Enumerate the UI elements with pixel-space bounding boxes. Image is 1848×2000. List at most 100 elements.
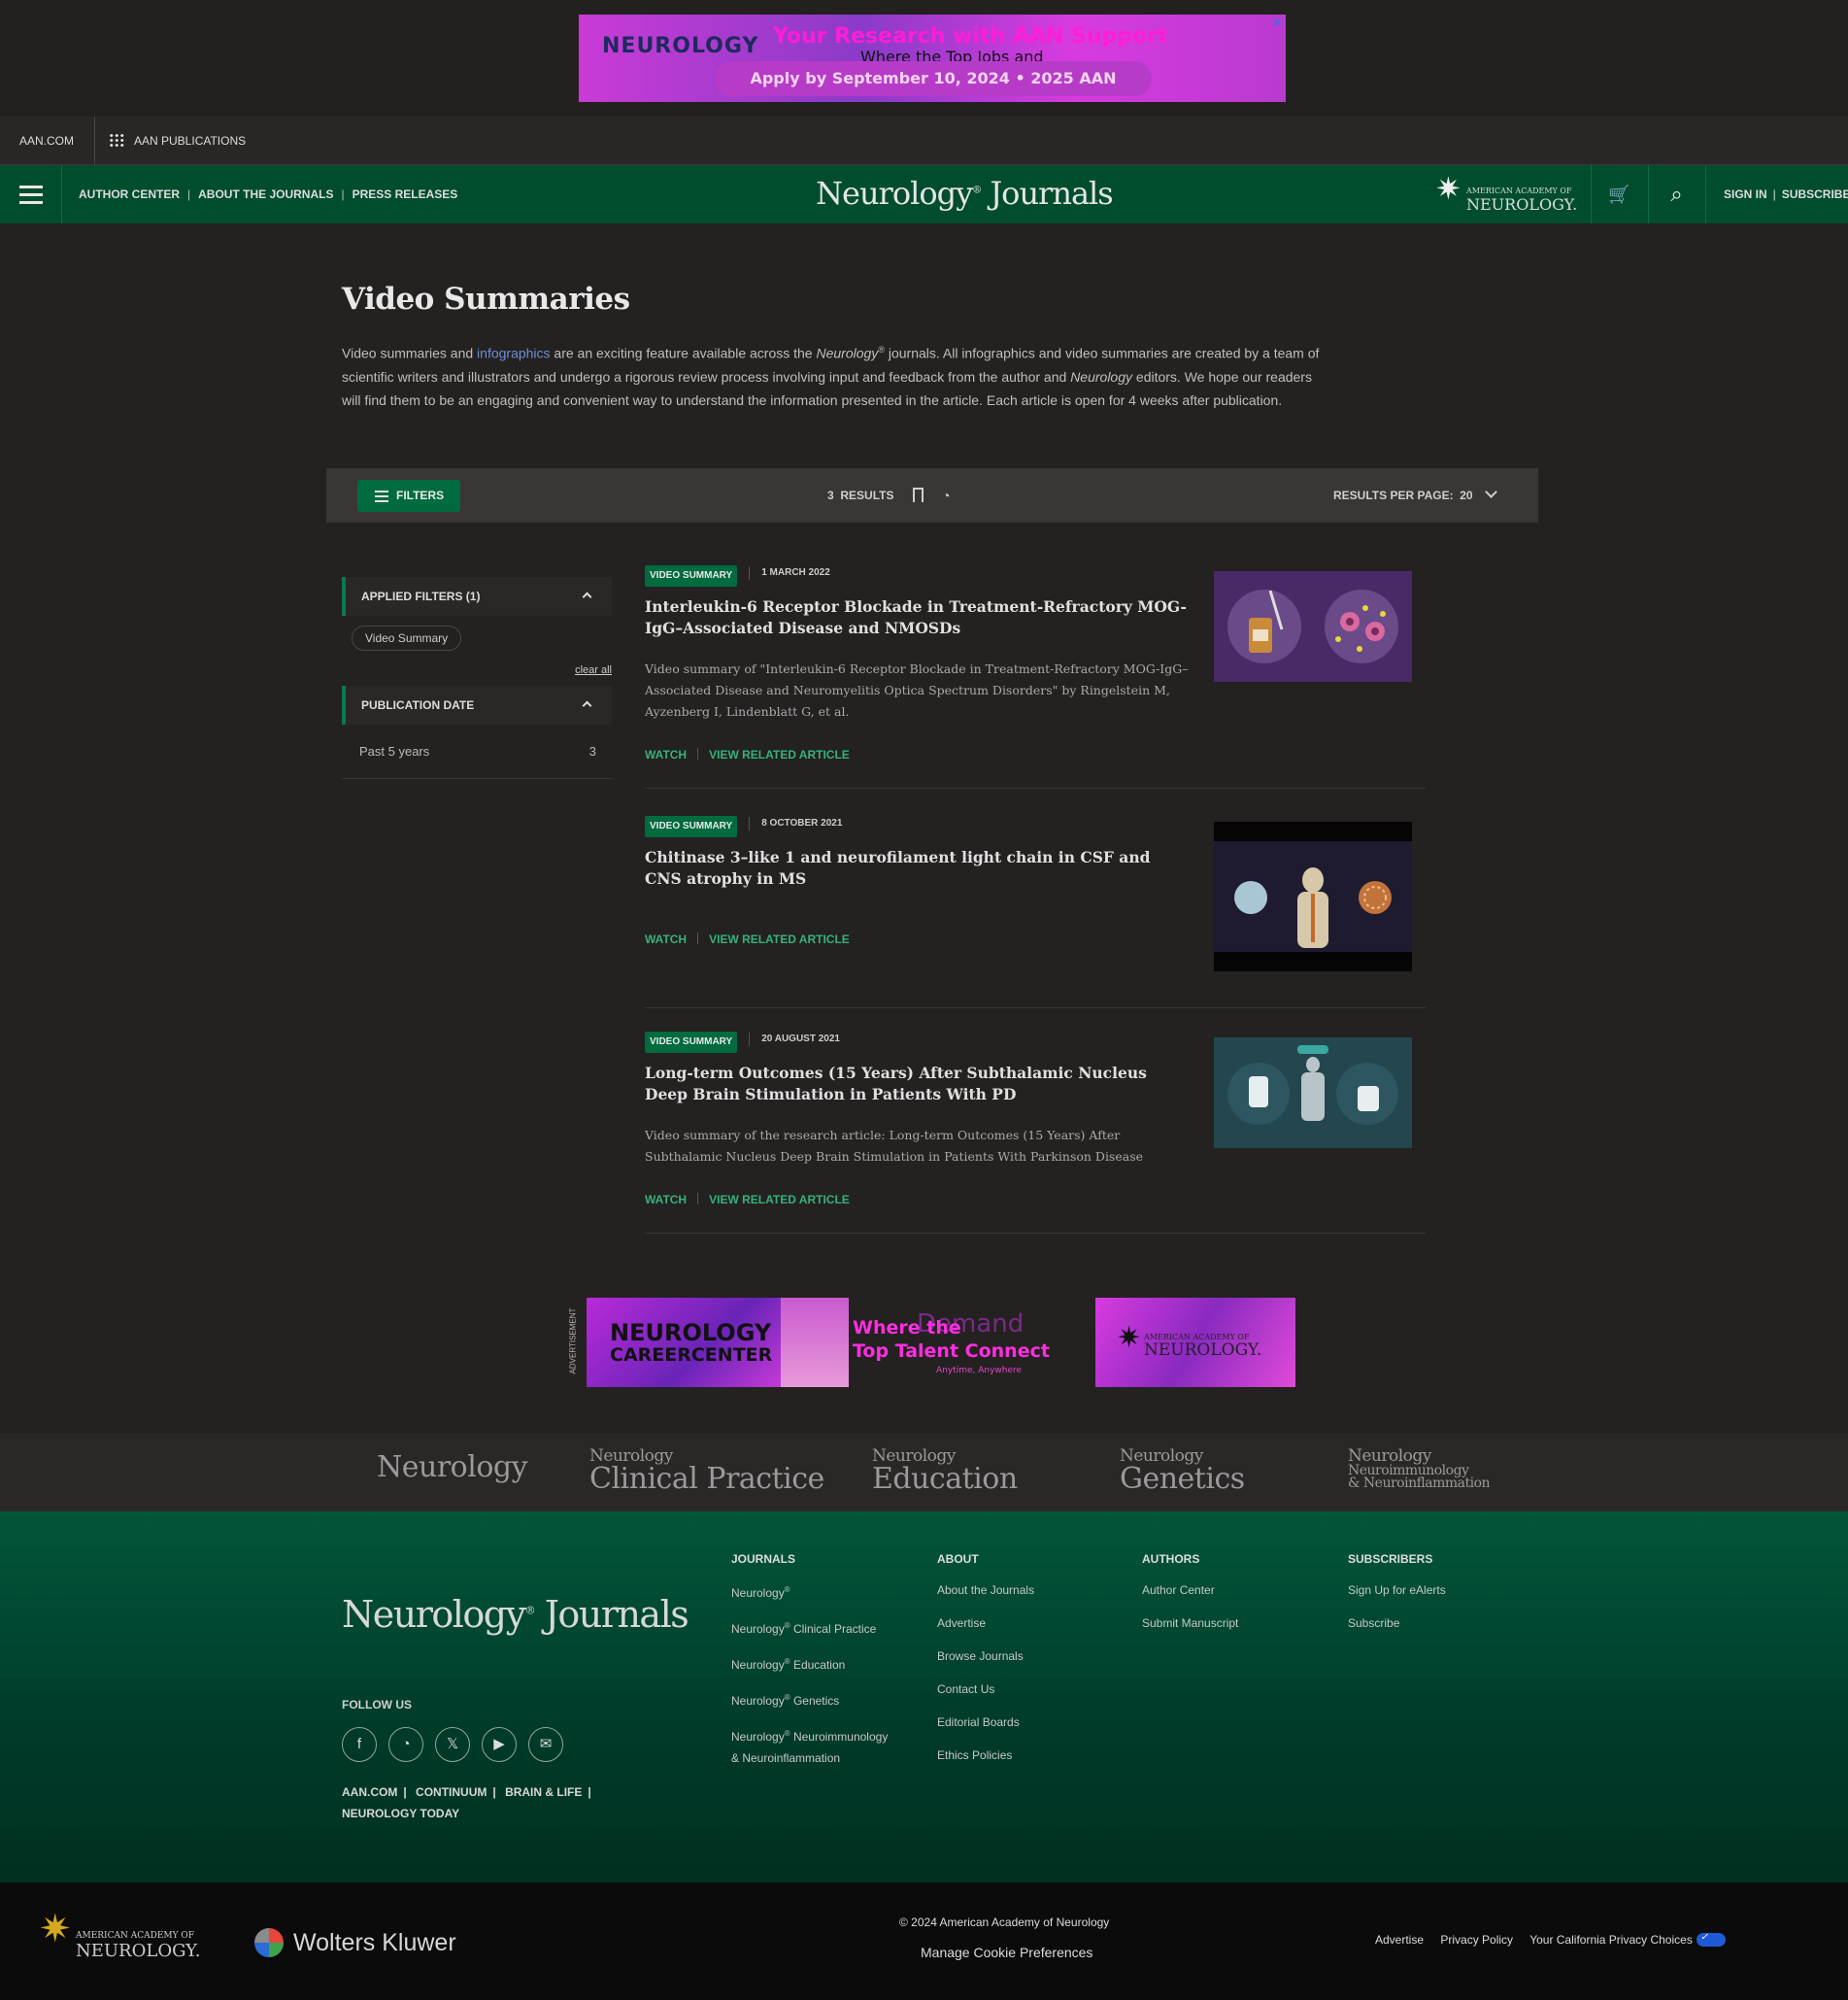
nav-press-releases[interactable]: PRESS RELEASES: [353, 187, 458, 201]
footer-link[interactable]: Submit Manuscript: [1142, 1612, 1238, 1634]
related-article-link[interactable]: VIEW RELATED ARTICLE: [709, 1193, 850, 1206]
advertise-link[interactable]: Advertise: [1375, 1933, 1424, 1947]
chevron-up-icon: [582, 700, 592, 711]
aan-com-link[interactable]: AAN.COM: [0, 117, 95, 165]
result-title[interactable]: Interleukin-6 Receptor Blockade in Treat…: [645, 596, 1189, 639]
subscribe-link[interactable]: SUBSCRIBE: [1782, 187, 1848, 201]
footer-link[interactable]: Contact Us: [937, 1678, 1034, 1700]
wolters-kluwer-logo[interactable]: Wolters Kluwer: [293, 1929, 456, 1957]
top-advertisement[interactable]: NEUROLOGY Your Research with AAN Support…: [579, 15, 1286, 102]
ad-aan-panel: ✷ AMERICAN ACADEMY OF NEUROLOGY.: [1095, 1298, 1295, 1387]
california-privacy-link[interactable]: Your California Privacy Choices: [1529, 1933, 1693, 1947]
aan-logo[interactable]: ✷ AMERICAN ACADEMY OF NEUROLOGY.: [1435, 173, 1591, 216]
site-link-continuum[interactable]: CONTINUUM: [416, 1785, 487, 1799]
footer-link[interactable]: Author Center: [1142, 1579, 1238, 1601]
site-footer: Neurology® Journals FOLLOW US f ◔ 𝕏 ▶ ✉ AAN.…: [0, 1511, 1848, 1882]
footer-link-clinical-practice[interactable]: Neurology® Clinical Practice: [731, 1615, 888, 1640]
aan-star-icon: ✷: [1435, 171, 1462, 206]
journal-logo-education[interactable]: Neurology Education: [872, 1447, 1018, 1494]
aan-footer-logo[interactable]: ✷ AMERICAN ACADEMY OF NEUROLOGY.: [39, 1910, 214, 1968]
publication-date-header[interactable]: PUBLICATION DATE: [342, 686, 612, 725]
bookmark-icon[interactable]: [913, 488, 924, 502]
filter-chip-video-summary[interactable]: Video Summary: [352, 626, 462, 651]
site-link-neurology-today[interactable]: NEUROLOGY TODAY: [342, 1807, 459, 1820]
results-count: 3 RESULTS: [827, 489, 894, 502]
result-actions: WATCH VIEW RELATED ARTICLE: [645, 1193, 1426, 1206]
infographics-link[interactable]: infographics: [477, 346, 551, 361]
result-description: Video summary of the research article: L…: [645, 1128, 1144, 1164]
video-thumbnail[interactable]: [1214, 822, 1412, 971]
aan-star-icon: ✷: [1117, 1322, 1142, 1354]
facet-past-5-years[interactable]: Past 5 years 3: [342, 725, 612, 779]
footer-link[interactable]: Editorial Boards: [937, 1712, 1034, 1733]
bottom-advertisement[interactable]: ADVERTISEMENT NEUROLOGY CAREERCENTER Dem…: [568, 1298, 1295, 1387]
applied-filters-header[interactable]: APPLIED FILTERS (1): [342, 577, 612, 616]
privacy-policy-link[interactable]: Privacy Policy: [1440, 1933, 1513, 1947]
journal-logo-genetics[interactable]: Neurology Genetics: [1120, 1447, 1245, 1494]
ad-tagline-panel: Demand Where the Top Talent Connect Anyt…: [849, 1298, 1092, 1387]
video-thumbnail[interactable]: [1214, 571, 1412, 682]
aan-logo-line2: NEUROLOGY.: [1466, 195, 1578, 214]
rss-icon[interactable]: ◔: [388, 1727, 423, 1762]
footer-link[interactable]: Browse Journals: [937, 1645, 1034, 1667]
footer-logo[interactable]: Neurology® Journals: [342, 1593, 689, 1636]
footer-link-neurology[interactable]: Neurology®: [731, 1579, 888, 1604]
nav-author-center[interactable]: AUTHOR CENTER: [79, 187, 180, 201]
related-article-link[interactable]: VIEW RELATED ARTICLE: [709, 932, 850, 946]
result-item: VIDEO SUMMARY 20 AUGUST 2021 Long-term Ou…: [645, 1032, 1426, 1234]
facebook-icon[interactable]: f: [342, 1727, 377, 1762]
footer-link[interactable]: Advertise: [937, 1612, 1034, 1634]
email-icon[interactable]: ✉: [528, 1727, 563, 1762]
x-icon[interactable]: 𝕏: [435, 1727, 470, 1762]
journal-logos-strip: Neurology Neurology Clinical Practice Neu…: [0, 1434, 1848, 1511]
footer-col-journals: JOURNALS Neurology® Neurology® Clinical …: [731, 1552, 888, 1780]
video-thumbnail[interactable]: [1214, 1037, 1412, 1148]
result-title[interactable]: Long-term Outcomes (15 Years) After Subt…: [645, 1063, 1189, 1105]
sliders-icon: [375, 490, 388, 502]
youtube-icon[interactable]: ▶: [482, 1727, 517, 1762]
search-icon[interactable]: ⌕: [1648, 165, 1704, 223]
journal-logo-neuroimmunology[interactable]: Neurology Neuroimmunology & Neuroinflammat…: [1348, 1447, 1491, 1490]
footer-link[interactable]: About the Journals: [937, 1579, 1034, 1601]
result-item: VIDEO SUMMARY 8 OCTOBER 2021 Chitinase 3–…: [645, 816, 1426, 1008]
cookie-preferences-link[interactable]: Manage Cookie Preferences: [921, 1945, 1092, 1960]
nav-about-journals[interactable]: ABOUT THE JOURNALS: [198, 187, 333, 201]
content-type-badge: VIDEO SUMMARY: [645, 1032, 738, 1053]
related-article-link[interactable]: VIEW RELATED ARTICLE: [709, 748, 850, 762]
watch-link[interactable]: WATCH: [645, 932, 687, 946]
utility-bar: AAN.COM AAN PUBLICATIONS: [0, 117, 1848, 165]
footer-link[interactable]: Sign Up for eAlerts: [1348, 1579, 1446, 1601]
family-sites: AAN.COM | CONTINUUM | BRAIN & LIFE | NEUROL…: [342, 1785, 591, 1820]
footer-link-neuroimmunology[interactable]: Neurology® Neuroimmunology & Neuroinflamm…: [731, 1723, 888, 1769]
result-title[interactable]: Chitinase 3–like 1 and neurofilament lig…: [645, 847, 1189, 890]
footer-link[interactable]: Ethics Policies: [937, 1745, 1034, 1766]
filters-label: FILTERS: [396, 489, 445, 502]
ad-close-icon[interactable]: ✕: [1271, 15, 1283, 31]
aan-logo-line1: AMERICAN ACADEMY OF: [1466, 186, 1572, 195]
main-content: Video Summaries Video summaries and info…: [0, 223, 1848, 1434]
footer-link[interactable]: Subscribe: [1348, 1612, 1446, 1634]
footer-link-genetics[interactable]: Neurology® Genetics: [731, 1687, 888, 1712]
filters-button[interactable]: FILTERS: [357, 480, 460, 512]
result-actions: WATCH VIEW RELATED ARTICLE: [645, 748, 1426, 762]
cart-icon[interactable]: 🛒: [1591, 165, 1647, 223]
privacy-choices-toggle-icon: [1696, 1932, 1726, 1947]
journal-logo-clinical-practice[interactable]: Neurology Clinical Practice: [589, 1447, 824, 1494]
clear-all-link[interactable]: clear all: [342, 664, 612, 676]
watch-link[interactable]: WATCH: [645, 748, 687, 762]
footer-col-subscribers: SUBSCRIBERS Sign Up for eAlerts Subscrib…: [1348, 1552, 1446, 1645]
footer-link-education[interactable]: Neurology® Education: [731, 1651, 888, 1676]
journal-logo-neurology[interactable]: Neurology: [377, 1453, 528, 1482]
publication-date: 20 AUGUST 2021: [749, 1033, 840, 1046]
site-link-aan[interactable]: AAN.COM: [342, 1785, 397, 1799]
results-per-page-select[interactable]: RESULTS PER PAGE: 20: [1333, 468, 1497, 523]
rss-icon[interactable]: ◔: [942, 484, 950, 507]
site-logo[interactable]: Neurology® Journals: [816, 175, 1114, 212]
menu-icon[interactable]: [0, 165, 62, 223]
main-nav: AUTHOR CENTER | ABOUT THE JOURNALS | PRESS R…: [0, 165, 1848, 223]
watch-link[interactable]: WATCH: [645, 1193, 687, 1206]
nav-links: AUTHOR CENTER | ABOUT THE JOURNALS | PRESS R…: [79, 165, 457, 223]
aan-publications-menu[interactable]: AAN PUBLICATIONS: [109, 117, 246, 165]
site-link-brain-life[interactable]: BRAIN & LIFE: [505, 1785, 582, 1799]
sign-in-link[interactable]: SIGN IN: [1724, 187, 1767, 201]
